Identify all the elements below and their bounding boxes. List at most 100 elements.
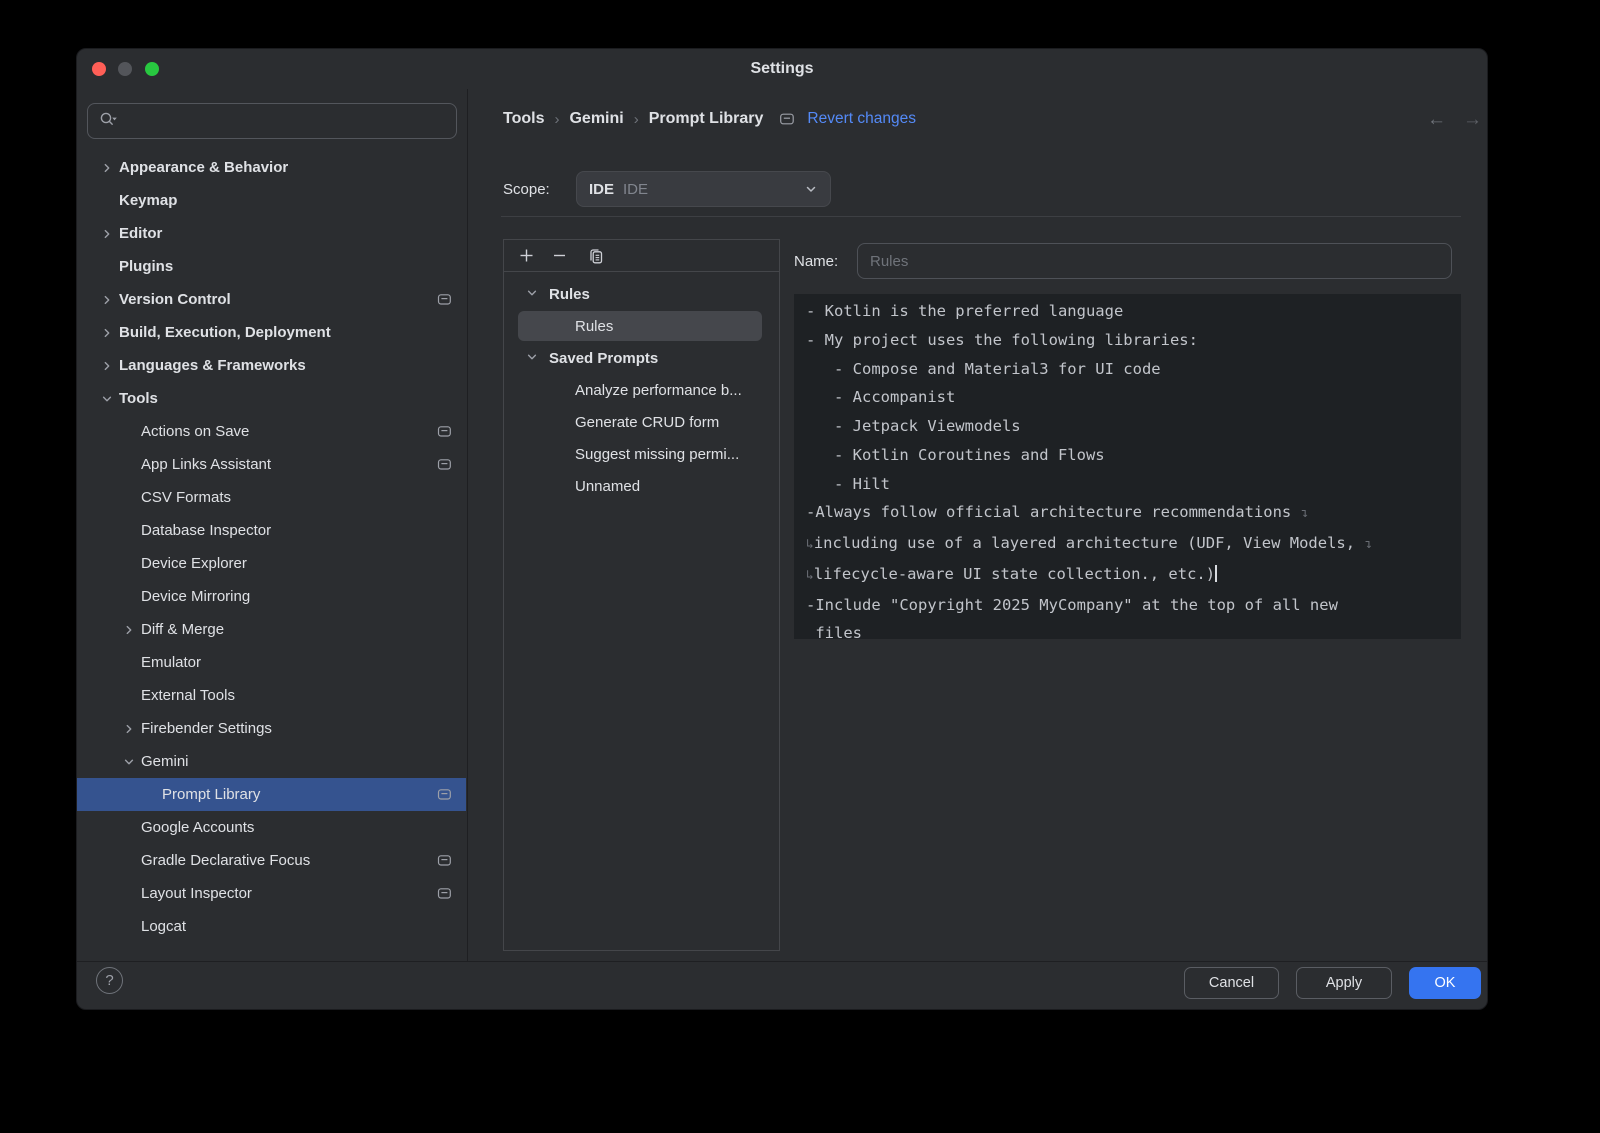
sidebar-item-layout-inspector[interactable]: Layout Inspector (77, 877, 466, 910)
sidebar-item-device-mirroring[interactable]: Device Mirroring (77, 580, 466, 613)
chevron-right-icon[interactable] (101, 228, 113, 240)
ide-settings-marker-icon (779, 112, 795, 126)
sidebar-item-emulator[interactable]: Emulator (77, 646, 466, 679)
prompt-text-line: - Kotlin is the preferred language (806, 297, 1449, 326)
chevron-right-icon[interactable] (101, 162, 113, 174)
sidebar-item-app-links-assistant[interactable]: App Links Assistant (77, 448, 466, 481)
prompt-text-line: ↳including use of a layered architecture… (806, 529, 1449, 560)
sidebar-item-prompt-library[interactable]: Prompt Library (77, 778, 466, 811)
chevron-right-icon[interactable] (123, 723, 135, 735)
sidebar-item-device-explorer[interactable]: Device Explorer (77, 547, 466, 580)
prompt-text-editor[interactable]: - Kotlin is the preferred language- My p… (794, 294, 1461, 639)
ide-settings-marker-icon (437, 854, 452, 871)
apply-button[interactable]: Apply (1296, 967, 1392, 999)
ide-settings-marker-icon (437, 458, 452, 475)
sidebar-item-label: Diff & Merge (141, 621, 224, 638)
ok-button[interactable]: OK (1409, 967, 1481, 999)
chevron-down-icon[interactable] (526, 350, 538, 367)
sidebar-item-plugins[interactable]: Plugins (77, 250, 466, 283)
sidebar-item-label: Firebender Settings (141, 720, 272, 737)
sidebar-item-keymap[interactable]: Keymap (77, 184, 466, 217)
breadcrumb-prompt-library: Prompt Library (649, 110, 764, 128)
remove-prompt-button[interactable] (549, 246, 569, 266)
revert-changes-link[interactable]: Revert changes (807, 110, 916, 128)
search-input[interactable] (125, 113, 446, 130)
titlebar: Settings (77, 49, 1487, 89)
prompt-item-rules[interactable]: Rules (504, 310, 779, 342)
breadcrumb: Tools › Gemini › Prompt Library Revert c… (503, 101, 916, 137)
breadcrumb-tools[interactable]: Tools (503, 110, 544, 128)
zoom-window-button[interactable] (145, 62, 159, 76)
sidebar-item-label: Device Explorer (141, 555, 247, 572)
sidebar-item-google-accounts[interactable]: Google Accounts (77, 811, 466, 844)
history-forward-icon[interactable]: → (1463, 109, 1482, 131)
sidebar-item-gradle-declarative-focus[interactable]: Gradle Declarative Focus (77, 844, 466, 877)
soft-wrap-icon: ↴ (1301, 506, 1309, 521)
prompt-group-rules[interactable]: Rules (504, 278, 779, 310)
chevron-down-icon[interactable] (101, 393, 113, 405)
scope-label: Scope: (503, 181, 576, 198)
chevron-down-icon[interactable] (526, 286, 538, 303)
sidebar-item-label: Layout Inspector (141, 885, 252, 902)
prompt-item-suggest-missing-permi[interactable]: Suggest missing permi... (504, 438, 779, 470)
chevron-right-icon[interactable] (101, 294, 113, 306)
sidebar-item-label: Tools (119, 390, 158, 407)
prompt-group-saved-prompts[interactable]: Saved Prompts (504, 342, 779, 374)
prompt-item-label: Unnamed (575, 478, 640, 495)
prompt-text-line: - Compose and Material3 for UI code (806, 355, 1449, 384)
sidebar-item-languages-frameworks[interactable]: Languages & Frameworks (77, 349, 466, 382)
scope-value: IDE (589, 181, 614, 198)
chevron-right-icon[interactable] (101, 327, 113, 339)
help-button[interactable]: ? (96, 967, 123, 994)
settings-search-box[interactable] (87, 103, 457, 139)
chevron-down-icon (804, 182, 818, 196)
prompt-text-line: - Hilt (806, 470, 1449, 499)
scope-dropdown[interactable]: IDE IDE (576, 171, 831, 207)
sidebar-item-external-tools[interactable]: External Tools (77, 679, 466, 712)
sidebar-item-editor[interactable]: Editor (77, 217, 466, 250)
prompt-name-input[interactable] (857, 243, 1452, 279)
close-window-button[interactable] (92, 62, 106, 76)
sidebar-item-label: Gemini (141, 753, 189, 770)
prompt-item-analyze-performance-b[interactable]: Analyze performance b... (504, 374, 779, 406)
sidebar-item-csv-formats[interactable]: CSV Formats (77, 481, 466, 514)
prompt-item-unnamed[interactable]: Unnamed (504, 470, 779, 502)
divider (501, 216, 1461, 217)
prompt-item-generate-crud-form[interactable]: Generate CRUD form (504, 406, 779, 438)
sidebar-item-gemini[interactable]: Gemini (77, 745, 466, 778)
prompt-item-label: Saved Prompts (549, 350, 658, 367)
sidebar-item-diff-merge[interactable]: Diff & Merge (77, 613, 466, 646)
prompt-list-panel: RulesRules Saved Prompts Analyze performan… (503, 239, 780, 951)
history-back-icon[interactable]: ← (1427, 109, 1446, 131)
text-cursor (1215, 565, 1217, 582)
sidebar-item-version-control[interactable]: Version Control (77, 283, 466, 316)
prompt-text-line: - Accompanist (806, 383, 1449, 412)
sidebar-item-label: Build, Execution, Deployment (119, 324, 331, 341)
sidebar-item-database-inspector[interactable]: Database Inspector (77, 514, 466, 547)
breadcrumb-gemini[interactable]: Gemini (569, 110, 623, 128)
minimize-window-button[interactable] (118, 62, 132, 76)
prompt-text-line: -Always follow official architecture rec… (806, 498, 1449, 529)
chevron-right-icon[interactable] (123, 624, 135, 636)
prompt-text-line: - Jetpack Viewmodels (806, 412, 1449, 441)
copy-prompt-button[interactable] (586, 246, 606, 266)
prompt-text-line: files (806, 619, 1449, 639)
sidebar-item-build-execution-deployment[interactable]: Build, Execution, Deployment (77, 316, 466, 349)
sidebar-item-firebender-settings[interactable]: Firebender Settings (77, 712, 466, 745)
name-label: Name: (794, 253, 857, 270)
cancel-button[interactable]: Cancel (1184, 967, 1279, 999)
sidebar-item-actions-on-save[interactable]: Actions on Save (77, 415, 466, 448)
sidebar-item-label: App Links Assistant (141, 456, 271, 473)
add-prompt-button[interactable] (516, 246, 536, 266)
prompt-item-label: Suggest missing permi... (575, 446, 739, 463)
ide-settings-marker-icon (437, 788, 452, 805)
sidebar-item-logcat[interactable]: Logcat (77, 910, 466, 943)
ide-settings-marker-icon (437, 425, 452, 442)
chevron-down-icon[interactable] (123, 756, 135, 768)
scope-row: Scope: IDE IDE (503, 171, 831, 207)
chevron-right-icon[interactable] (101, 360, 113, 372)
settings-tree: Appearance & BehaviorKeymapEditorPlugins… (77, 151, 466, 943)
sidebar-item-tools[interactable]: Tools (77, 382, 466, 415)
sidebar-item-appearance-behavior[interactable]: Appearance & Behavior (77, 151, 466, 184)
dialog-footer: ? Cancel Apply OK (77, 961, 1487, 1009)
